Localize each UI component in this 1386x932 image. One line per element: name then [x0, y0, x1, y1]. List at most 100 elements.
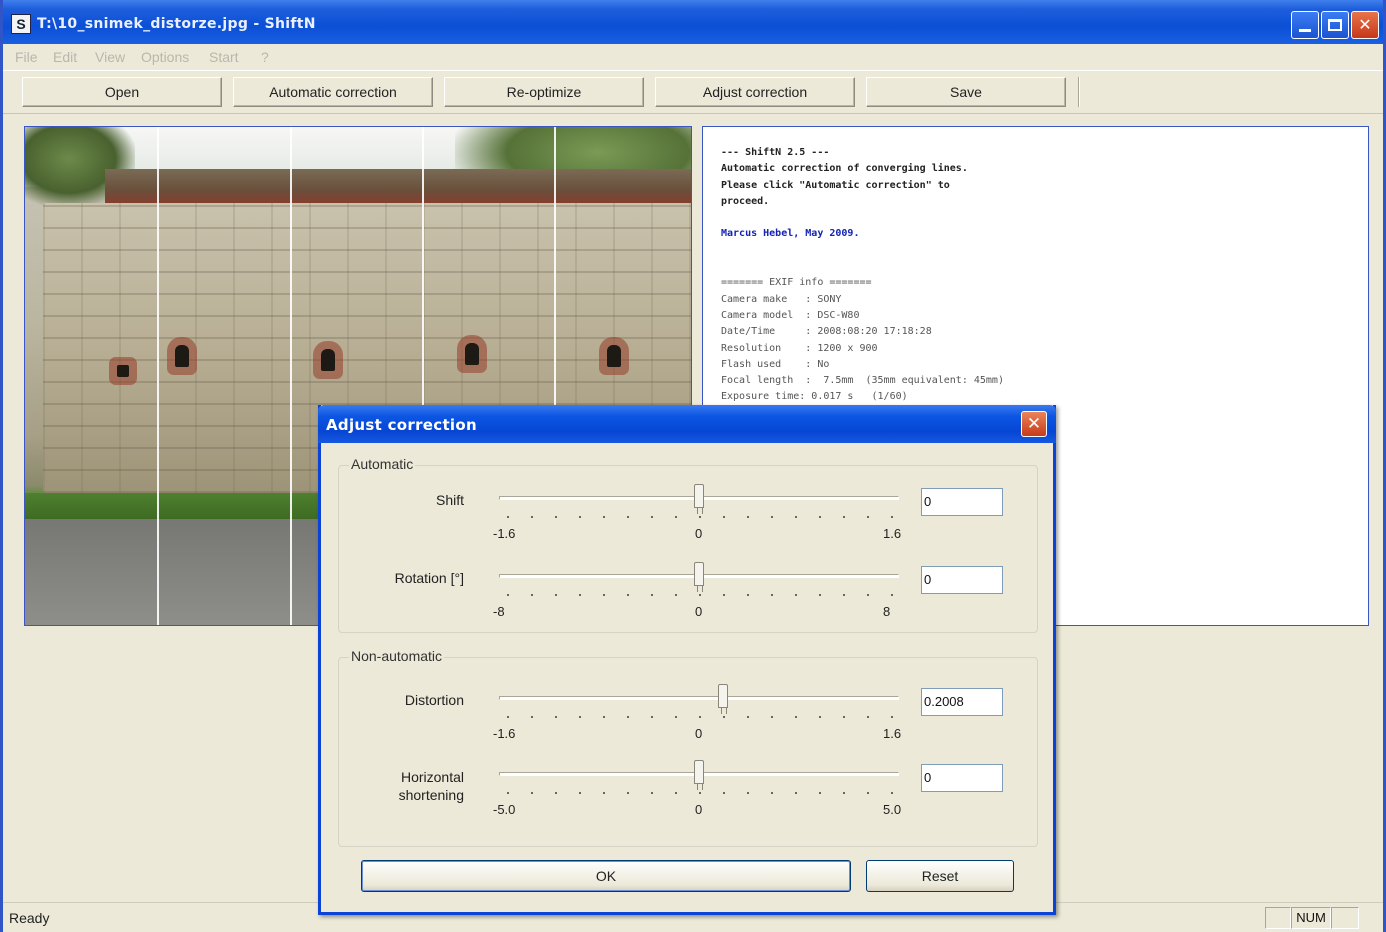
slider-tick: [843, 516, 845, 518]
status-pane-empty: [1331, 907, 1359, 929]
slider-tick: [675, 792, 677, 794]
ok-button[interactable]: OK: [361, 860, 851, 892]
slider-tick: [819, 792, 821, 794]
minimize-button[interactable]: [1291, 11, 1319, 39]
info-line: Date/Time : 2008:08:20 17:18:28: [721, 326, 932, 338]
slider-label: Shift: [435, 492, 464, 508]
slider-tick: [507, 516, 509, 518]
slider-tick: [675, 716, 677, 718]
slider-value-field[interactable]: 0: [921, 764, 1003, 792]
photo-wall-opening: [117, 365, 129, 377]
slider-thumb[interactable]: [694, 484, 704, 514]
slider-tick: [723, 594, 725, 596]
slider-tick: [651, 792, 653, 794]
re-optimize-button[interactable]: Re-optimize: [444, 77, 644, 107]
menu-options[interactable]: Options: [141, 49, 189, 65]
group-label-non-automatic: Non-automatic: [349, 648, 445, 664]
maximize-icon: [1328, 19, 1342, 31]
menubar: File Edit View Options Start ?: [3, 44, 1383, 70]
slider-min-label: -1.6: [493, 726, 516, 741]
window-title: T:\10_snimek_distorze.jpg - ShiftN: [37, 16, 316, 32]
slider-tick: [699, 594, 701, 596]
slider-tick: [891, 594, 893, 596]
slider-tick: [579, 594, 581, 596]
save-button[interactable]: Save: [866, 77, 1066, 107]
slider-tick: [507, 716, 509, 718]
slider-tick: [699, 716, 701, 718]
automatic-group: Automatic Shift -1.6 0 1.6 0 Rotation [°] -8 0 8…: [338, 456, 1038, 633]
info-line: Please click "Automatic correction" to: [721, 179, 950, 191]
app-icon: S: [11, 14, 31, 34]
slider-value-field[interactable]: 0: [921, 566, 1003, 594]
toolbar: Open Automatic correction Re-optimize Ad…: [3, 70, 1383, 114]
slider-tick: [867, 792, 869, 794]
slider-tick: [747, 516, 749, 518]
slider-tick: [627, 716, 629, 718]
slider-tick: [603, 516, 605, 518]
slider-tick: [795, 594, 797, 596]
slider-tick: [819, 516, 821, 518]
dialog-close-button[interactable]: ✕: [1021, 411, 1047, 437]
slider-tick: [675, 594, 677, 596]
info-line: [721, 243, 1368, 259]
non-automatic-group: Non-automatic Distortion -1.6 0 1.6 0.2008 Ho…: [338, 648, 1038, 847]
slider-tick: [771, 594, 773, 596]
reset-button[interactable]: Reset: [866, 860, 1014, 892]
open-button[interactable]: Open: [22, 77, 222, 107]
slider-value-field[interactable]: 0.2008: [921, 688, 1003, 716]
menu-help[interactable]: ?: [261, 49, 269, 65]
window-titlebar[interactable]: S T:\10_snimek_distorze.jpg - ShiftN ✕: [3, 0, 1383, 44]
slider-tick: [531, 594, 533, 596]
slider-tick: [795, 792, 797, 794]
slider-max-label: 1.6: [883, 526, 902, 541]
slider-tick: [675, 516, 677, 518]
slider-tick: [867, 716, 869, 718]
slider-thumb[interactable]: [718, 684, 729, 714]
slider-tick: [555, 594, 557, 596]
info-line: Exposure time: 0.017 s (1/60): [721, 391, 908, 403]
slider-max-label: 8: [883, 604, 891, 619]
slider-tick: [891, 716, 893, 718]
adjust-correction-dialog: Adjust correction ✕ Automatic Shift -1.6 0…: [318, 405, 1056, 915]
menu-view[interactable]: View: [95, 49, 125, 65]
slider-max-label: 5.0: [883, 802, 902, 817]
slider-tick: [555, 716, 557, 718]
guide-line: [157, 127, 159, 625]
slider-tick: [747, 594, 749, 596]
slider-tick: [771, 792, 773, 794]
info-line: Camera model : DSC-W80: [721, 309, 860, 321]
slider-tick: [555, 792, 557, 794]
slider-tick: [651, 594, 653, 596]
info-line: --- ShiftN 2.5 ---: [721, 147, 830, 158]
info-line: Camera make : SONY: [721, 293, 842, 305]
slider-tick: [867, 594, 869, 596]
menu-start[interactable]: Start: [209, 49, 239, 65]
slider-tick: [795, 516, 797, 518]
slider-thumb[interactable]: [694, 760, 704, 790]
adjust-correction-button[interactable]: Adjust correction: [655, 77, 855, 107]
slider-tick: [843, 594, 845, 596]
slider-thumb[interactable]: [694, 562, 704, 592]
slider-tick: [651, 516, 653, 518]
slider-mid-label: 0: [695, 604, 703, 619]
close-button[interactable]: ✕: [1351, 11, 1379, 39]
slider-tick: [891, 516, 893, 518]
slider-tick: [747, 716, 749, 718]
minimize-icon: [1299, 29, 1311, 32]
slider-value-field[interactable]: 0: [921, 488, 1003, 516]
slider-tick: [723, 792, 725, 794]
slider-track[interactable]: [499, 696, 899, 700]
slider-tick: [891, 792, 893, 794]
toolbar-separator: [1078, 77, 1080, 107]
slider-min-label: -1.6: [493, 526, 516, 541]
slider-tick: [843, 792, 845, 794]
maximize-button[interactable]: [1321, 11, 1349, 39]
slider-tick: [819, 594, 821, 596]
menu-edit[interactable]: Edit: [53, 49, 77, 65]
automatic-correction-button[interactable]: Automatic correction: [233, 77, 433, 107]
dialog-titlebar[interactable]: Adjust correction ✕: [318, 405, 1056, 443]
slider-tick: [603, 792, 605, 794]
info-line: ======= EXIF info =======: [721, 277, 872, 289]
menu-file[interactable]: File: [15, 49, 38, 65]
slider-tick: [627, 792, 629, 794]
